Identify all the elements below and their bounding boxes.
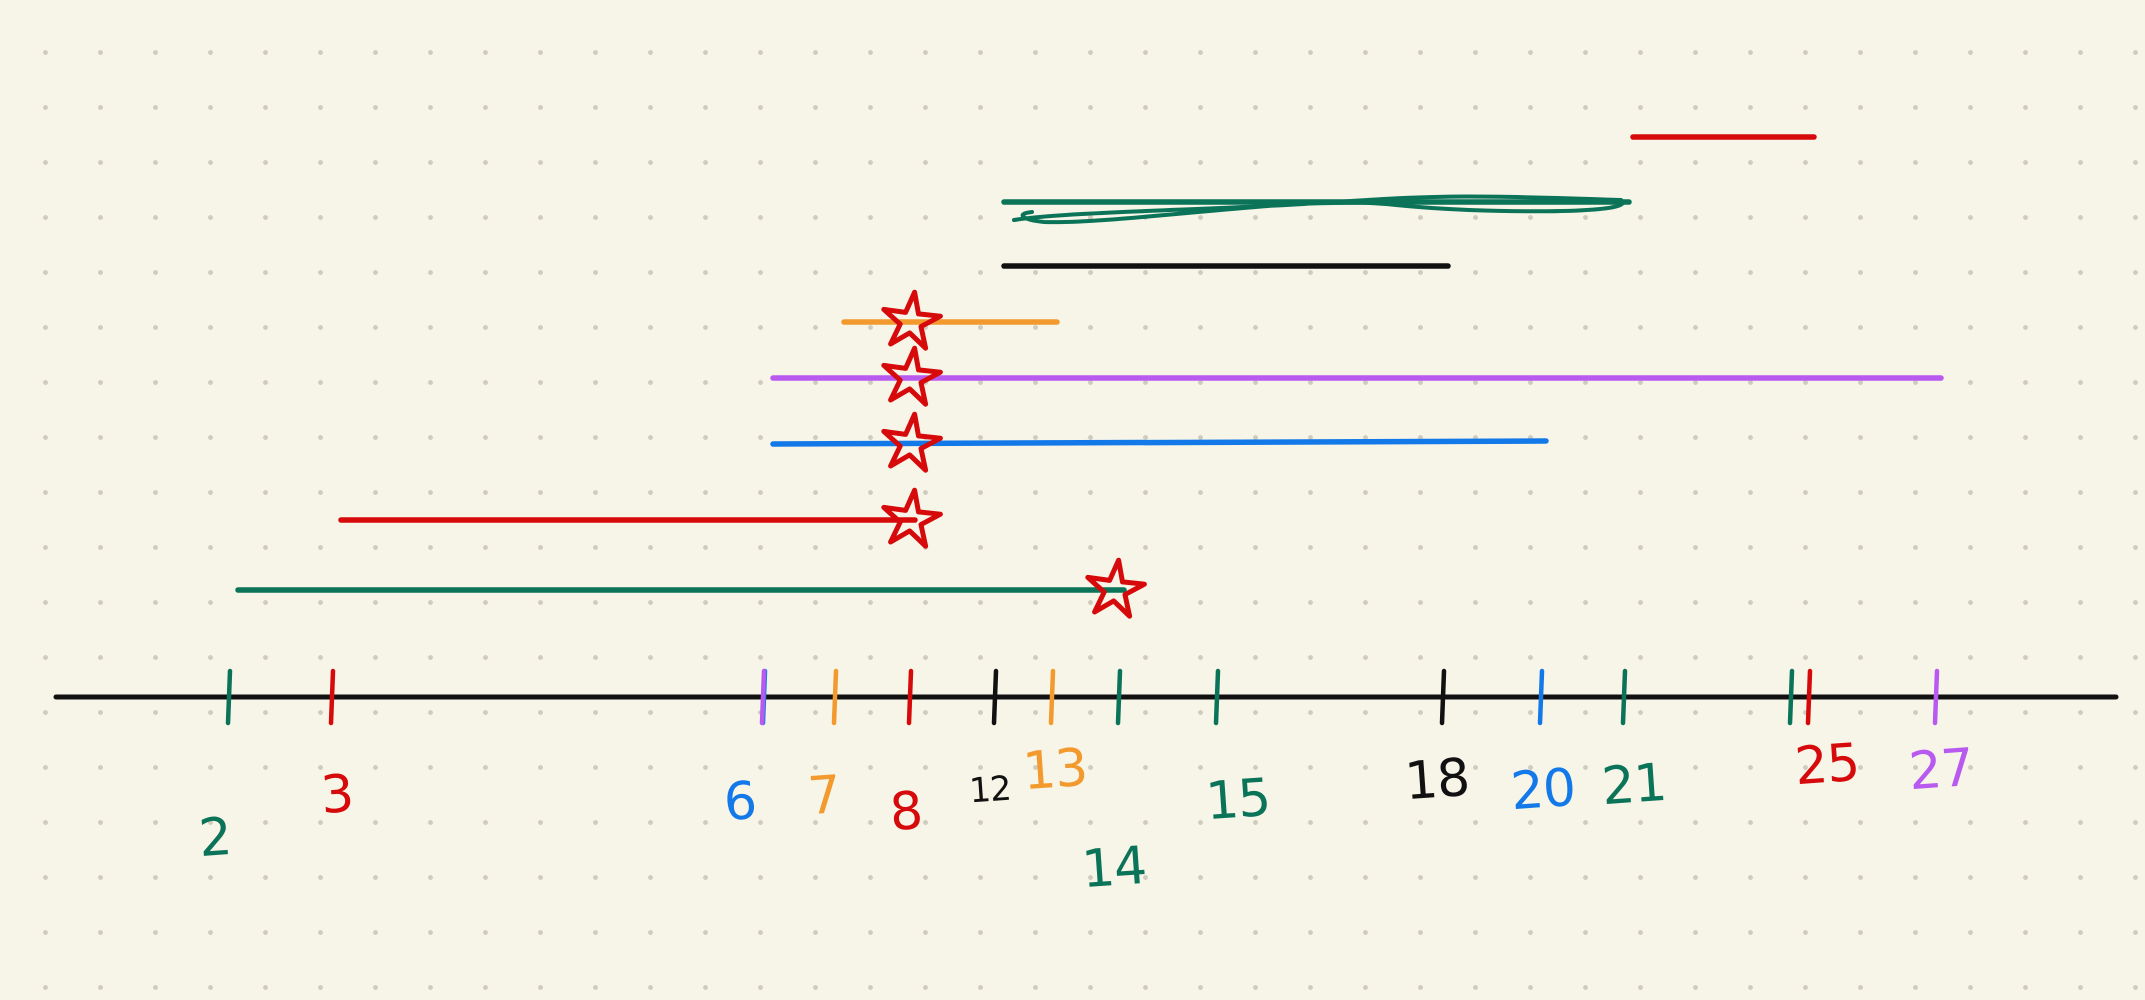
overlap-stars	[881, 289, 1147, 619]
interval-diagram	[53, 134, 2119, 726]
tick-6-purple	[759, 668, 767, 726]
tick-27-purple	[1932, 668, 1940, 726]
tick-label-14: 14	[1079, 835, 1149, 901]
tick-label-21: 21	[1599, 752, 1669, 818]
tick-label-27: 27	[1906, 737, 1976, 803]
tick-8-red	[906, 668, 914, 726]
tick-label-2: 2	[196, 806, 234, 870]
tick-label-25: 25	[1792, 732, 1862, 798]
tick-label-6: 6	[721, 770, 759, 834]
tick-label-15: 15	[1203, 767, 1273, 833]
tick-7-orange	[831, 668, 839, 726]
tick-25-green	[1787, 668, 1795, 726]
tick-label-8: 8	[887, 780, 925, 844]
tick-2-green	[225, 668, 233, 726]
tick-12-black	[991, 668, 999, 726]
tick-label-13: 13	[1020, 737, 1090, 803]
tick-label-20: 20	[1508, 757, 1578, 823]
tick-15-green	[1213, 668, 1221, 726]
tick-18-black	[1439, 668, 1447, 726]
tick-3-red	[328, 668, 336, 726]
tick-14-green	[1115, 668, 1123, 726]
tick-21-green	[1620, 668, 1628, 726]
tick-13-orange	[1048, 668, 1056, 726]
tick-label-7: 7	[805, 764, 843, 828]
tick-25-red	[1805, 668, 1813, 726]
interval-blue-6-20	[770, 438, 1549, 447]
tick-label-3: 3	[318, 763, 356, 827]
interval-segments	[235, 134, 1944, 593]
tick-20-blue	[1537, 668, 1545, 726]
tick-label-18: 18	[1402, 747, 1472, 813]
tick-label-12: 12	[968, 768, 1012, 812]
